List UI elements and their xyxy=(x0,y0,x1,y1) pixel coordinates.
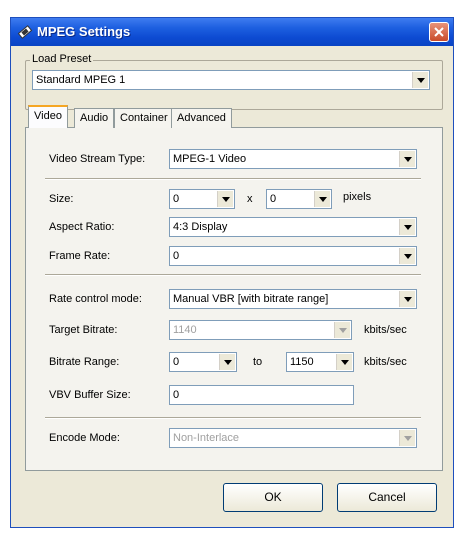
frame-rate-label: Frame Rate: xyxy=(49,250,111,262)
chevron-down-icon[interactable] xyxy=(219,354,235,370)
chevron-down-icon[interactable] xyxy=(399,151,415,167)
stream-type-value: MPEG-1 Video xyxy=(173,153,247,165)
chevron-down-icon[interactable] xyxy=(336,354,352,370)
bitrate-range-label: Bitrate Range: xyxy=(49,356,120,368)
chevron-down-icon xyxy=(399,430,415,446)
bitrate-max-value: 1150 xyxy=(290,356,314,368)
ok-button[interactable]: OK xyxy=(223,483,323,512)
stream-type-label: Video Stream Type: xyxy=(49,153,146,165)
vbv-buffer-value: 0 xyxy=(173,389,180,401)
tab-video-label: Video xyxy=(34,110,62,122)
aspect-ratio-select[interactable]: 4:3 Display xyxy=(169,217,417,237)
window-title: MPEG Settings xyxy=(37,24,131,39)
mpeg-settings-dialog: MPEG Settings Load Preset Standard MPEG … xyxy=(10,17,454,528)
tab-audio-label: Audio xyxy=(80,112,109,124)
size-height-select[interactable]: 0 xyxy=(266,189,332,209)
bitrate-min-select[interactable]: 0 xyxy=(169,352,237,372)
close-icon xyxy=(434,27,444,37)
tab-advanced-label: Advanced xyxy=(177,112,226,124)
chevron-down-icon[interactable] xyxy=(399,291,415,307)
encode-mode-label: Encode Mode: xyxy=(49,432,120,444)
size-width-value: 0 xyxy=(173,193,180,205)
separator xyxy=(45,417,421,419)
load-preset-value: Standard MPEG 1 xyxy=(36,74,126,86)
target-bitrate-unit: kbits/sec xyxy=(364,324,407,336)
title-bar[interactable]: MPEG Settings xyxy=(11,18,453,46)
target-bitrate-select: 1140 xyxy=(169,320,352,340)
frame-rate-select[interactable]: 0 xyxy=(169,246,417,266)
aspect-ratio-label: Aspect Ratio: xyxy=(49,221,115,233)
cancel-button[interactable]: Cancel xyxy=(337,483,437,512)
vbv-buffer-label: VBV Buffer Size: xyxy=(49,389,131,401)
chevron-down-icon[interactable] xyxy=(314,191,330,207)
target-bitrate-label: Target Bitrate: xyxy=(49,324,118,336)
size-width-select[interactable]: 0 xyxy=(169,189,235,209)
vbv-buffer-input[interactable]: 0 xyxy=(169,385,354,405)
tab-advanced[interactable]: Advanced xyxy=(171,108,232,128)
size-label: Size: xyxy=(49,193,74,205)
size-x-label: x xyxy=(247,193,253,205)
tab-container[interactable]: Container xyxy=(114,108,174,128)
chevron-down-icon xyxy=(334,322,350,338)
chevron-down-icon[interactable] xyxy=(399,219,415,235)
load-preset-label: Load Preset xyxy=(30,53,94,65)
separator xyxy=(45,274,421,276)
chevron-down-icon[interactable] xyxy=(412,72,428,88)
chevron-down-icon[interactable] xyxy=(399,248,415,264)
encode-mode-select: Non-Interlace xyxy=(169,428,417,448)
bitrate-range-unit: kbits/sec xyxy=(364,356,407,368)
rate-mode-select[interactable]: Manual VBR [with bitrate range] xyxy=(169,289,417,309)
tab-video[interactable]: Video xyxy=(28,105,68,128)
close-button[interactable] xyxy=(429,22,449,42)
bitrate-max-select[interactable]: 1150 xyxy=(286,352,354,372)
tab-container-label: Container xyxy=(120,112,168,124)
bitrate-min-value: 0 xyxy=(173,356,180,368)
frame-rate-value: 0 xyxy=(173,250,180,262)
app-icon xyxy=(17,25,33,39)
rate-mode-label: Rate control mode: xyxy=(49,293,142,305)
chevron-down-icon[interactable] xyxy=(217,191,233,207)
target-bitrate-value: 1140 xyxy=(173,324,197,336)
encode-mode-value: Non-Interlace xyxy=(173,432,240,444)
rate-mode-value: Manual VBR [with bitrate range] xyxy=(173,293,329,305)
tab-audio[interactable]: Audio xyxy=(74,108,115,128)
bitrate-to-label: to xyxy=(253,356,263,368)
load-preset-select[interactable]: Standard MPEG 1 xyxy=(32,70,430,90)
size-height-value: 0 xyxy=(270,193,277,205)
separator xyxy=(45,178,421,180)
aspect-ratio-value: 4:3 Display xyxy=(173,221,228,233)
size-unit-label: pixels xyxy=(343,191,372,203)
stream-type-select[interactable]: MPEG-1 Video xyxy=(169,149,417,169)
